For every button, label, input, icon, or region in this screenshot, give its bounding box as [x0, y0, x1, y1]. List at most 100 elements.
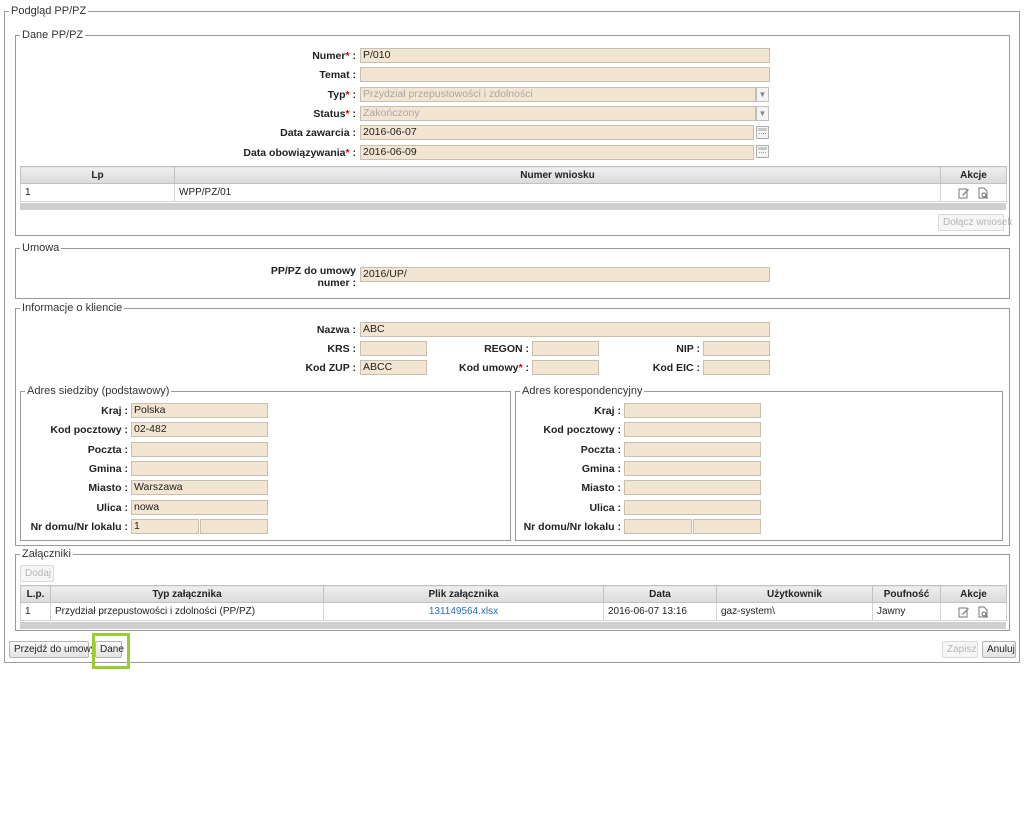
cell-typ: Przydział przepustowości i zdolności (PP…	[50, 602, 324, 621]
attachment-file-link[interactable]: 131149564.xlsx	[429, 606, 498, 617]
siedziba-miasto-label: Miasto :	[88, 482, 128, 494]
numer-field[interactable]: P/010	[360, 48, 770, 63]
cell-user: gaz-system\	[716, 602, 873, 621]
koresp-gmina-field[interactable]	[624, 461, 761, 476]
koresp-nr-label: Nr domu/Nr lokalu :	[523, 521, 621, 533]
siedziba-poczta-field[interactable]	[131, 442, 268, 457]
col-uzytkownik: Użytkownik	[716, 585, 873, 603]
koresp-nr-lokalu-field[interactable]	[693, 519, 761, 534]
edit-icon[interactable]	[958, 187, 970, 199]
siedziba-kod-field[interactable]: 02-482	[131, 422, 268, 437]
umowa-legend: Umowa	[22, 242, 60, 254]
preview-legend: Podgląd PP/PZ	[11, 5, 87, 17]
nip-field[interactable]	[703, 341, 770, 356]
edit-icon[interactable]	[958, 606, 970, 618]
temat-label: Temat :	[319, 69, 356, 81]
koresp-kraj-field[interactable]	[624, 403, 761, 418]
koresp-legend: Adres korespondencyjny	[522, 385, 643, 397]
klient-legend: Informacje o kliencie	[22, 302, 123, 314]
siedziba-nr-domu-field[interactable]: 1	[131, 519, 199, 534]
temat-field[interactable]	[360, 67, 770, 82]
status-dropdown-arrow-icon[interactable]: ▼	[756, 106, 769, 121]
cancel-button[interactable]: Anuluj	[982, 641, 1016, 658]
col-typ-zalacznika: Typ załącznika	[50, 585, 324, 603]
go-to-contract-button[interactable]: Przejdź do umowy	[9, 641, 96, 658]
nip-label: NIP :	[676, 343, 700, 355]
cell-plik: 131149564.xlsx	[323, 602, 604, 621]
kod-umowy-label: Kod umowy* :	[458, 362, 529, 374]
siedziba-ulica-field[interactable]: nowa	[131, 500, 268, 515]
krs-label: KRS :	[327, 343, 356, 355]
cell-numer: WPP/PZ/01	[174, 183, 941, 202]
siedziba-gmina-label: Gmina :	[88, 463, 128, 475]
data-zawarcia-field[interactable]: 2016-06-07	[360, 125, 754, 140]
kod-eic-label: Kod EIC :	[652, 362, 700, 374]
data-zawarcia-label: Data zawarcia :	[280, 127, 356, 139]
cell-lp: 1	[20, 602, 51, 621]
col-lp: Lp	[20, 166, 175, 184]
typ-dropdown-arrow-icon[interactable]: ▼	[756, 87, 769, 102]
status-select[interactable]: Zakończony	[360, 106, 756, 121]
koresp-gmina-label: Gmina :	[581, 463, 621, 475]
calendar-icon[interactable]	[756, 126, 769, 139]
add-attachment-button[interactable]: Dodaj	[20, 565, 54, 582]
koresp-kod-field[interactable]	[624, 422, 761, 437]
cell-poufnosc: Jawny	[872, 602, 941, 621]
koresp-ulica-field[interactable]	[624, 500, 761, 515]
table-row: 1 Przydział przepustowości i zdolności (…	[20, 602, 1007, 621]
cell-lp: 1	[20, 183, 175, 202]
attach-request-button[interactable]: Dołącz wniosek	[938, 214, 1012, 231]
koresp-kraj-label: Kraj :	[594, 405, 621, 417]
siedziba-gmina-field[interactable]	[131, 461, 268, 476]
typ-label: Typ* :	[327, 89, 356, 101]
nazwa-label: Nazwa :	[316, 324, 356, 336]
umowa-field[interactable]: 2016/UP/	[360, 267, 770, 282]
regon-field[interactable]	[532, 341, 599, 356]
umowa-label: PP/PZ do umowy numer :	[270, 265, 356, 289]
status-label: Status* :	[313, 108, 356, 120]
data-obowiazywania-field[interactable]: 2016-06-09	[360, 145, 754, 160]
col-lp: L.p.	[20, 585, 51, 603]
koresp-ulica-label: Ulica :	[589, 502, 621, 514]
col-numer-wniosku: Numer wniosku	[174, 166, 941, 184]
table-footer	[20, 622, 1006, 629]
kod-zup-label: Kod ZUP :	[305, 362, 356, 374]
numer-label: Numer* :	[312, 50, 356, 62]
koresp-poczta-label: Poczta :	[580, 444, 621, 456]
table-footer	[20, 203, 1006, 210]
siedziba-kraj-field[interactable]: Polska	[131, 403, 268, 418]
siedziba-kod-label: Kod pocztowy :	[50, 424, 128, 436]
kod-umowy-field[interactable]	[532, 360, 599, 375]
koresp-miasto-field[interactable]	[624, 480, 761, 495]
cell-akcje	[940, 183, 1007, 202]
col-data: Data	[603, 585, 717, 603]
data-obowiazywania-label: Data obowiązywania* :	[243, 147, 356, 159]
cell-data: 2016-06-07 13:16	[603, 602, 717, 621]
view-document-icon[interactable]	[977, 606, 989, 618]
kod-zup-field[interactable]: ABCC	[360, 360, 427, 375]
kod-eic-field[interactable]	[703, 360, 770, 375]
calendar-icon[interactable]	[756, 145, 769, 158]
siedziba-legend: Adres siedziby (podstawowy)	[27, 385, 170, 397]
dane-legend: Dane PP/PZ	[22, 29, 84, 41]
koresp-miasto-label: Miasto :	[581, 482, 621, 494]
dane-button[interactable]: Dane	[95, 641, 124, 658]
siedziba-nr-lokalu-field[interactable]	[200, 519, 268, 534]
typ-select[interactable]: Przydział przepustowości i zdolności	[360, 87, 756, 102]
siedziba-ulica-label: Ulica :	[96, 502, 128, 514]
table-row: 1 WPP/PZ/01	[20, 183, 1007, 202]
siedziba-kraj-label: Kraj :	[101, 405, 128, 417]
view-document-icon[interactable]	[977, 187, 989, 199]
koresp-poczta-field[interactable]	[624, 442, 761, 457]
col-akcje: Akcje	[940, 166, 1007, 184]
koresp-nr-domu-field[interactable]	[624, 519, 692, 534]
col-akcje: Akcje	[940, 585, 1007, 603]
siedziba-poczta-label: Poczta :	[87, 444, 128, 456]
regon-label: REGON :	[484, 343, 529, 355]
save-button[interactable]: Zapisz	[942, 641, 978, 658]
krs-field[interactable]	[360, 341, 427, 356]
cell-akcje	[940, 602, 1007, 621]
koresp-kod-label: Kod pocztowy :	[543, 424, 621, 436]
nazwa-field[interactable]: ABC	[360, 322, 770, 337]
siedziba-miasto-field[interactable]: Warszawa	[131, 480, 268, 495]
